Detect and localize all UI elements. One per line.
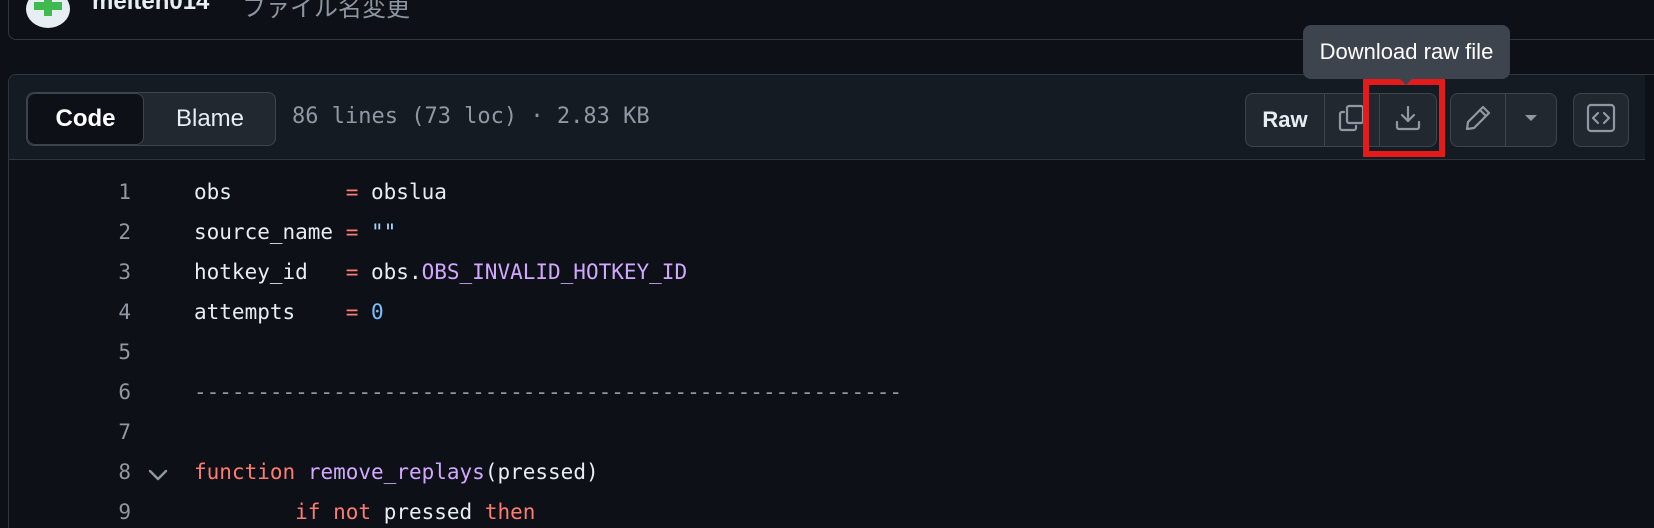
code-line: 5 (9, 332, 1645, 372)
code-view[interactable]: 1 obs = obslua 2 source_name = "" 3 hotkey_id… (9, 160, 1645, 528)
code-line: 9 if not pressed then (9, 492, 1645, 528)
code-text: if not pressed then (194, 492, 535, 528)
code-token: = (345, 220, 359, 244)
triangle-down-icon (1521, 108, 1541, 133)
chevron-down-icon[interactable] (147, 464, 169, 488)
code-line: 4 attempts = 0 (9, 292, 1645, 332)
code-token: function (194, 460, 296, 484)
code-line: 7 (9, 412, 1645, 452)
code-text: hotkey_id = obs.OBS_INVALID_HOTKEY_ID (194, 252, 687, 292)
code-line: 3 hotkey_id = obs.OBS_INVALID_HOTKEY_ID (9, 252, 1645, 292)
code-token: "" (371, 220, 397, 244)
code-text: function remove_replays(pressed) (194, 452, 599, 492)
file-info: 86 lines (73 loc) · 2.83 KB (292, 104, 650, 129)
more-edit-options-button[interactable] (1506, 94, 1556, 146)
code-token: remove_replays (307, 460, 485, 484)
raw-button[interactable]: Raw (1246, 94, 1324, 146)
download-button-highlight (1363, 79, 1445, 157)
code-token: obs (194, 180, 346, 204)
code-token: source_name (194, 220, 346, 244)
code-token: attempts (194, 300, 346, 324)
code-token: OBS_INVALID_HOTKEY_ID (421, 260, 688, 284)
code-token: = (345, 180, 359, 204)
tooltip-arrow (1398, 77, 1414, 85)
code-text: obs = obslua (194, 172, 447, 212)
page: meiten014 ファイル名変更 Code Blame 86 lines (7… (0, 0, 1654, 528)
code-token: obslua (358, 180, 447, 204)
code-token: = (345, 260, 359, 284)
code-line: 8 function remove_replays(pressed) (9, 452, 1645, 492)
code-square-icon (1585, 102, 1617, 139)
code-text: attempts = 0 (194, 292, 384, 332)
line-number[interactable]: 1 (89, 172, 131, 212)
code-text: ----------------------------------------… (194, 372, 902, 412)
tab-blame[interactable]: Blame (150, 93, 270, 145)
line-number[interactable]: 6 (89, 372, 131, 412)
commit-author[interactable]: meiten014 (92, 0, 209, 16)
code-token: if (295, 500, 321, 524)
line-number[interactable]: 2 (89, 212, 131, 252)
code-token: 0 (371, 300, 384, 324)
line-number[interactable]: 5 (89, 332, 131, 372)
line-number[interactable]: 9 (89, 492, 131, 528)
code-text: source_name = "" (194, 212, 396, 252)
code-token: = (345, 300, 359, 324)
code-line: 1 obs = obslua (9, 172, 1645, 212)
code-token: pressed (371, 500, 485, 524)
edit-file-button[interactable] (1451, 94, 1505, 146)
code-token: ----------------------------------------… (194, 380, 903, 404)
code-line: 6 ---------------------------------------… (9, 372, 1645, 412)
code-line: 2 source_name = "" (9, 212, 1645, 252)
line-number[interactable]: 4 (89, 292, 131, 332)
code-token: not (333, 500, 372, 524)
code-token: hotkey_id (194, 260, 346, 284)
line-number[interactable]: 3 (89, 252, 131, 292)
code-token: (pressed) (484, 460, 599, 484)
line-number[interactable]: 7 (89, 412, 131, 452)
tab-code[interactable]: Code (27, 93, 144, 145)
code-token: then (484, 500, 536, 524)
pencil-icon (1463, 103, 1493, 138)
symbols-panel-button[interactable] (1574, 94, 1628, 146)
commit-message[interactable]: ファイル名変更 (242, 0, 410, 23)
code-token: obs. (358, 260, 422, 284)
download-tooltip: Download raw file (1303, 25, 1510, 79)
line-number[interactable]: 8 (89, 452, 131, 492)
